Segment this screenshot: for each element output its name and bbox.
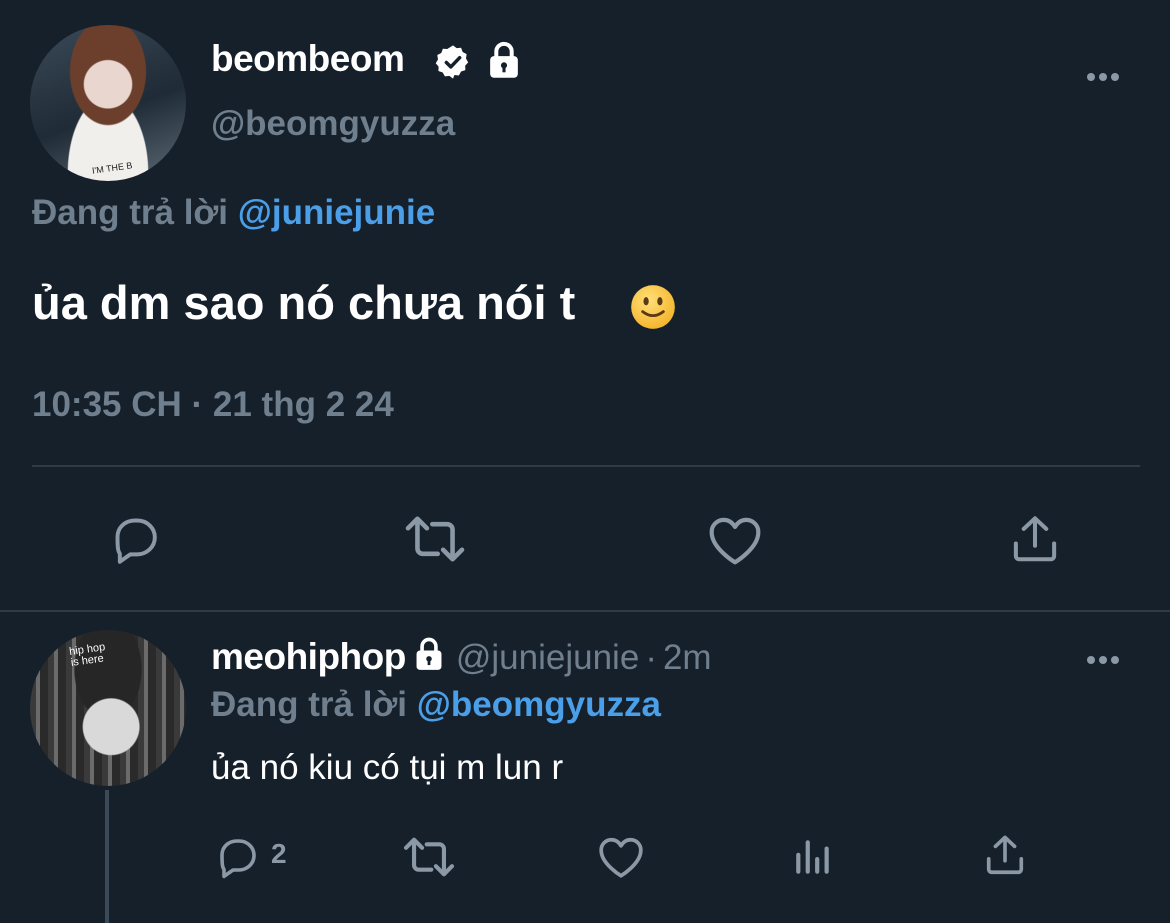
analytics-icon (796, 840, 829, 874)
share-button[interactable] (1008, 512, 1062, 566)
more-dot (1087, 656, 1095, 664)
retweet-button[interactable] (402, 512, 468, 566)
divider (0, 610, 1170, 612)
slightly-smiling-face-icon (631, 285, 675, 329)
more-icon[interactable] (1087, 651, 1127, 664)
verified-badge-icon (435, 45, 469, 79)
reply-text: ủa nó kiu có tụi m lun r (211, 748, 564, 787)
user-handle[interactable]: @beomgyuzza (211, 104, 455, 144)
share-icon (1013, 516, 1057, 562)
lock-icon (416, 637, 442, 670)
tweet-timestamp[interactable]: 10:35 CH · 21 thg 2 24 (32, 385, 394, 425)
like-button[interactable] (596, 832, 646, 880)
reply-icon (115, 518, 157, 564)
reply-button[interactable] (106, 510, 164, 566)
like-icon (599, 837, 643, 878)
reply-replying-to-line: Đang trả lời @beomgyuzza (211, 685, 661, 725)
lock-icon (490, 41, 518, 78)
more-dot (1099, 73, 1107, 81)
reply-handle[interactable]: @juniejunie (456, 638, 639, 677)
divider (32, 465, 1140, 467)
separator: · (645, 638, 657, 677)
avatar-shirt-text: I'M THE B (91, 160, 133, 176)
replying-prefix: Đang trả lời (211, 685, 417, 724)
reply-button[interactable] (212, 832, 262, 880)
reply-time[interactable]: 2m (663, 638, 712, 677)
more-dot (1111, 656, 1119, 664)
reply-header: meohiphop @juniejunie · 2m (211, 636, 712, 678)
retweet-icon (403, 837, 455, 877)
tweet-thread: I'M THE B beombeom @beomgyuzza Đang trả … (0, 0, 1170, 923)
share-icon (986, 835, 1024, 875)
more-dot (1111, 73, 1119, 81)
replying-to-line: Đang trả lời @juniejunie (32, 193, 435, 233)
retweet-button[interactable] (400, 834, 458, 880)
thread-line (105, 790, 109, 923)
reply-icon (220, 839, 256, 879)
avatar-hat-text: hip hop is here (68, 641, 106, 669)
more-dot (1099, 656, 1107, 664)
tweet-text: ủa dm sao nó chưa nói t (32, 276, 576, 329)
replying-to-mention[interactable]: @juniejunie (238, 193, 435, 232)
retweet-icon (405, 516, 465, 562)
analytics-button[interactable] (792, 836, 834, 878)
reply-display-name[interactable]: meohiphop (211, 636, 406, 677)
avatar-meohiphop[interactable]: hip hop is here (30, 630, 186, 786)
more-icon[interactable] (1087, 68, 1127, 81)
reply-count: 2 (271, 838, 287, 869)
like-button[interactable] (705, 512, 765, 566)
like-icon (709, 517, 761, 565)
share-button[interactable] (982, 832, 1028, 878)
avatar-beombeom[interactable]: I'M THE B (30, 25, 186, 181)
more-dot (1087, 73, 1095, 81)
display-name[interactable]: beombeom (211, 38, 405, 80)
replying-to-mention[interactable]: @beomgyuzza (417, 685, 661, 724)
replying-prefix: Đang trả lời (32, 193, 238, 232)
